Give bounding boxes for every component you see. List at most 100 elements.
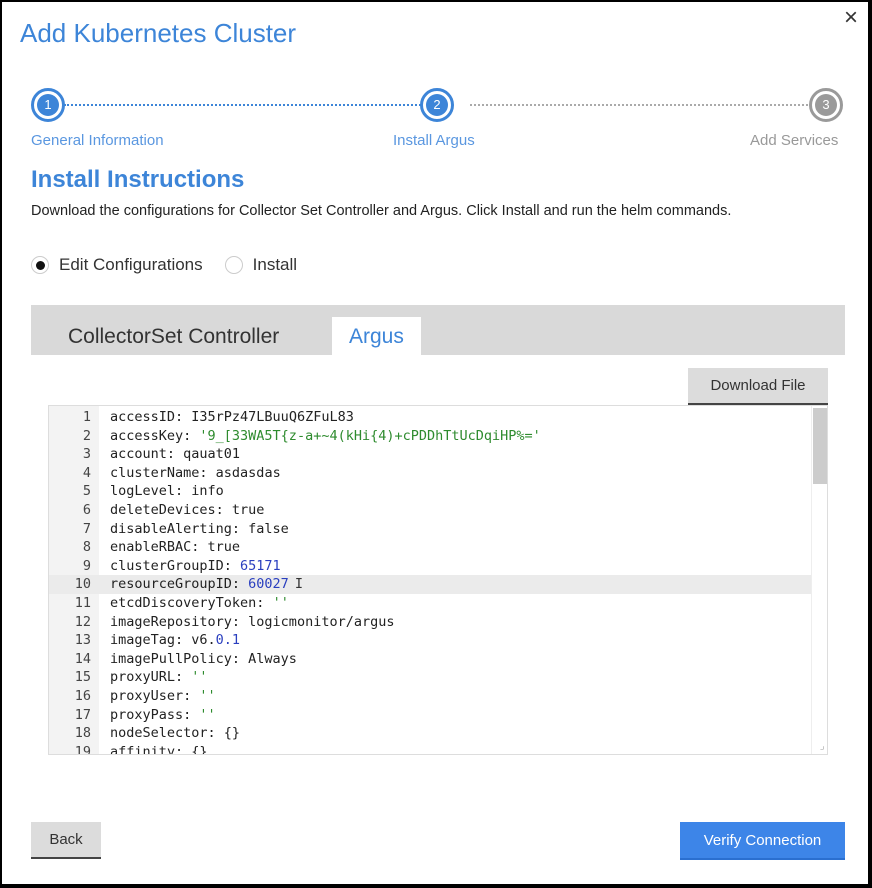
yaml-value: info (191, 483, 224, 500)
close-icon[interactable]: × (840, 6, 862, 30)
yaml-value: '' (191, 669, 208, 686)
modal-title: Add Kubernetes Cluster (20, 18, 297, 48)
code-line[interactable]: 19 affinity: {} (49, 743, 811, 755)
line-number: 13 (74, 632, 91, 649)
code-text: enableRBAC: true (110, 538, 240, 557)
editor-scrollbar[interactable] (811, 406, 827, 754)
code-text: proxyURL: '' (110, 668, 208, 687)
radio-install[interactable]: Install (224, 255, 298, 275)
tab-collectorset-controller[interactable]: CollectorSet Controller (51, 317, 296, 355)
back-button[interactable]: Back (31, 822, 101, 859)
yaml-key: logLevel: (110, 483, 192, 500)
code-text: etcdDiscoveryToken: '' (110, 594, 289, 613)
code-line[interactable]: 13 imageTag: v6.0.1 (49, 631, 811, 650)
code-line[interactable]: 6 deleteDevices: true (49, 501, 811, 520)
wizard-stepper: 1 2 3 General Information Install Argus … (2, 88, 868, 158)
code-text: clusterName: asdasdas (110, 464, 281, 483)
code-text: imagePullPolicy: Always (110, 650, 297, 669)
yaml-value: {} (191, 743, 208, 755)
code-line[interactable]: 17 proxyPass: '' (49, 706, 811, 725)
code-text: resourceGroupID: 60027 I (110, 575, 303, 594)
code-line[interactable]: 8 enableRBAC: true (49, 538, 811, 557)
yaml-value: {} (223, 725, 241, 742)
line-number: 6 (82, 501, 91, 518)
yaml-key: enableRBAC: (110, 539, 208, 556)
config-tabs: CollectorSet Controller Argus (31, 305, 845, 355)
step-1-indicator: 1 (31, 88, 65, 122)
verify-connection-button[interactable]: Verify Connection (680, 822, 845, 860)
step-1-label: General Information (31, 132, 164, 149)
yaml-key: accessKey: (110, 427, 200, 444)
code-line[interactable]: 18 nodeSelector: {} (49, 724, 811, 743)
code-text: proxyPass: '' (110, 706, 216, 725)
code-line[interactable]: 16 proxyUser: '' (49, 687, 811, 706)
line-number: 8 (82, 539, 91, 556)
yaml-key: deleteDevices: (110, 501, 232, 518)
yaml-value-number: 0.1 (215, 632, 241, 649)
step-connector-1 (64, 104, 432, 106)
line-number: 3 (82, 446, 91, 463)
add-cluster-modal: × Add Kubernetes Cluster 1 2 3 General I… (2, 2, 868, 884)
code-line[interactable]: 12 imageRepository: logicmonitor/argus (49, 613, 811, 632)
code-text: imageTag: v6.0.1 (110, 631, 240, 650)
code-line[interactable]: 7 disableAlerting: false (49, 520, 811, 539)
radio-unchecked-icon[interactable] (224, 256, 243, 274)
yaml-key: account: (110, 446, 184, 463)
scrollbar-thumb[interactable] (813, 408, 827, 484)
download-file-button[interactable]: Download File (688, 368, 828, 405)
radio-label: Edit Configurations (59, 255, 203, 274)
step-3-number: 3 (815, 94, 837, 116)
code-text: nodeSelector: {} (110, 724, 240, 743)
code-line[interactable]: 4 clusterName: asdasdas (49, 464, 811, 483)
mode-radio-group: Edit Configurations Install (31, 255, 319, 275)
code-line[interactable]: 15 proxyURL: '' (49, 668, 811, 687)
code-line[interactable]: 10 resourceGroupID: 60027 I (49, 575, 811, 594)
yaml-value: logicmonitor/argus (248, 613, 395, 630)
code-line[interactable]: 14 imagePullPolicy: Always (49, 650, 811, 669)
yaml-key: imageTag: (110, 632, 192, 649)
yaml-key: clusterName: (110, 464, 216, 481)
code-text: disableAlerting: false (110, 520, 289, 539)
radio-label: Install (252, 255, 298, 274)
yaml-value: '' (272, 594, 289, 611)
step-3-label: Add Services (750, 132, 839, 149)
text-cursor-icon: I (294, 576, 303, 593)
code-text: imageRepository: logicmonitor/argus (110, 613, 394, 632)
yaml-key: proxyURL: (110, 669, 192, 686)
yaml-value: true (231, 501, 265, 518)
line-number: 12 (74, 613, 91, 630)
tab-argus[interactable]: Argus (332, 317, 421, 355)
code-text: deleteDevices: true (110, 501, 264, 520)
yaml-key: nodeSelector: (110, 725, 224, 742)
yaml-value: v6. (191, 632, 216, 649)
line-number: 19 (74, 743, 91, 755)
code-line[interactable]: 2 accessKey: '9_[33WA5T{z-a+~4(kHi{4)+cPD… (49, 427, 811, 446)
code-line[interactable]: 5 logLevel: info (49, 482, 811, 501)
code-text: logLevel: info (110, 482, 224, 501)
step-3-indicator: 3 (809, 88, 843, 122)
yaml-key: imageRepository: (110, 613, 249, 630)
yaml-value: false (248, 520, 289, 537)
step-2-indicator: 2 (420, 88, 454, 122)
code-text: accessID: I35rPz47LBuuQ6ZFuL83 (110, 408, 354, 427)
code-line[interactable]: 3 account: qauat01 (49, 445, 811, 464)
code-text: accessKey: '9_[33WA5T{z-a+~4(kHi{4)+cPDD… (110, 427, 541, 446)
yaml-value: Always (248, 650, 297, 667)
yaml-value: 65171 (240, 557, 281, 574)
resize-handle-icon[interactable]: ⌟ (819, 741, 825, 752)
yaml-value: qauat01 (183, 446, 241, 463)
code-line[interactable]: 1 accessID: I35rPz47LBuuQ6ZFuL83 (49, 408, 811, 427)
yaml-value: asdasdas (215, 464, 281, 481)
code-line[interactable]: 11 etcdDiscoveryToken: '' (49, 594, 811, 613)
code-line[interactable]: 9 clusterGroupID: 65171 (49, 557, 811, 576)
code-lines: 1 accessID: I35rPz47LBuuQ6ZFuL83 2 accessKe… (49, 408, 811, 755)
radio-edit-configurations[interactable]: Edit Configurations (31, 255, 203, 275)
yaml-key: proxyPass: (110, 706, 200, 723)
radio-checked-icon[interactable] (31, 256, 49, 274)
yaml-key: imagePullPolicy: (110, 650, 249, 667)
code-text: affinity: {} (110, 743, 208, 755)
line-number: 11 (74, 594, 91, 611)
config-code-editor[interactable]: 1 accessID: I35rPz47LBuuQ6ZFuL83 2 accessKe… (48, 405, 828, 755)
yaml-value: '' (199, 706, 216, 723)
yaml-value: '' (199, 687, 216, 704)
